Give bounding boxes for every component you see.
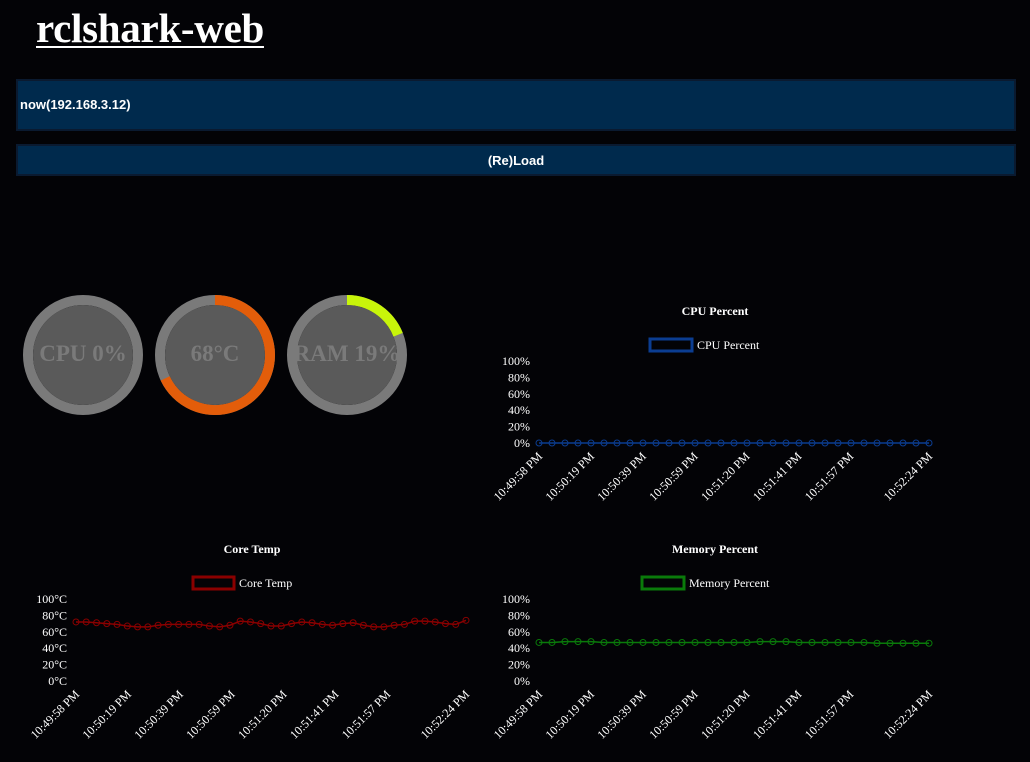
x-tick-label: 10:51:20 PM [698,687,753,742]
x-tick-label: 10:50:59 PM [646,687,701,742]
y-tick-label: 0% [514,436,530,450]
x-tick-label: 10:51:41 PM [750,687,805,742]
legend-label[interactable]: CPU Percent [697,338,760,352]
y-tick-label: 60% [508,625,530,639]
reload-button[interactable]: (Re)Load [16,144,1016,176]
legend-swatch[interactable] [640,575,686,591]
x-tick-label: 10:49:58 PM [491,687,546,742]
ram-gauge: RAM 19% [287,295,407,415]
y-tick-label: 40% [508,641,530,655]
x-tick-label: 10:51:57 PM [802,687,857,742]
y-tick-label: 20% [508,420,530,434]
x-tick-label: 10:51:57 PM [802,449,857,504]
legend-label[interactable]: Core Temp [239,576,292,590]
y-tick-label: 0°C [48,674,67,688]
y-tick-label: 20°C [42,658,67,672]
temp-gauge: 68°C [155,295,275,415]
reload-button-label: (Re)Load [487,153,545,168]
x-tick-label: 10:50:59 PM [646,449,701,504]
memory-percent-chart: Memory Percent Memory Percent 0% 20% 40% 60% 8… [491,542,936,742]
chart-title: Core Temp [224,542,281,556]
x-tick-label: 10:50:39 PM [594,687,649,742]
x-tick-label: 10:51:41 PM [287,687,342,742]
y-tick-label: 100% [502,592,530,606]
series-line [539,640,929,645]
cpu-gauge: CPU 0% [23,295,143,415]
x-tick-label: 10:52:24 PM [881,687,936,742]
x-tick-label: 10:49:58 PM [28,687,83,742]
y-tick-label: 100% [502,354,530,368]
x-tick-label: 10:50:19 PM [543,449,598,504]
ram-gauge-label: RAM 19% [293,341,401,366]
y-tick-label: 40°C [42,641,67,655]
y-tick-label: 100°C [36,592,67,606]
host-header[interactable]: now(192.168.3.12) [16,79,1016,131]
x-tick-label: 10:50:59 PM [183,687,238,742]
cpu-gauge-label: CPU 0% [39,341,127,366]
legend-swatch[interactable] [191,575,236,591]
cpu-percent-chart: CPU Percent CPU Percent 0% 20% 40% 60% 80% 100%… [491,304,936,504]
x-tick-label: 10:51:20 PM [235,687,290,742]
x-tick-label: 10:52:24 PM [881,449,936,504]
legend-label[interactable]: Memory Percent [689,576,770,590]
x-tick-label: 10:51:20 PM [698,449,753,504]
x-tick-label: 10:51:41 PM [750,449,805,504]
x-tick-label: 10:49:58 PM [491,449,546,504]
x-tick-label: 10:50:19 PM [543,687,598,742]
x-tick-label: 10:51:57 PM [339,687,394,742]
chart-title: CPU Percent [682,304,749,318]
x-tick-label: 10:50:39 PM [131,687,186,742]
temp-gauge-label: 68°C [190,341,240,366]
y-tick-label: 20% [508,658,530,672]
y-tick-label: 80°C [42,608,67,622]
x-tick-label: 10:50:19 PM [80,687,135,742]
legend-swatch[interactable] [648,337,694,353]
y-tick-label: 80% [508,370,530,384]
app-title: rclshark-web [36,5,264,51]
y-tick-label: 60% [508,387,530,401]
y-tick-label: 0% [514,674,530,688]
y-tick-label: 60°C [42,625,67,639]
host-label: now(192.168.3.12) [20,97,131,112]
x-tick-label: 10:52:24 PM [418,687,473,742]
chart-title: Memory Percent [672,542,758,556]
y-tick-label: 80% [508,608,530,622]
y-tick-label: 40% [508,403,530,417]
x-tick-label: 10:50:39 PM [594,449,649,504]
core-temp-chart: Core Temp Core Temp 0°C 20°C 40°C 60°C 80°C 100… [28,542,473,742]
